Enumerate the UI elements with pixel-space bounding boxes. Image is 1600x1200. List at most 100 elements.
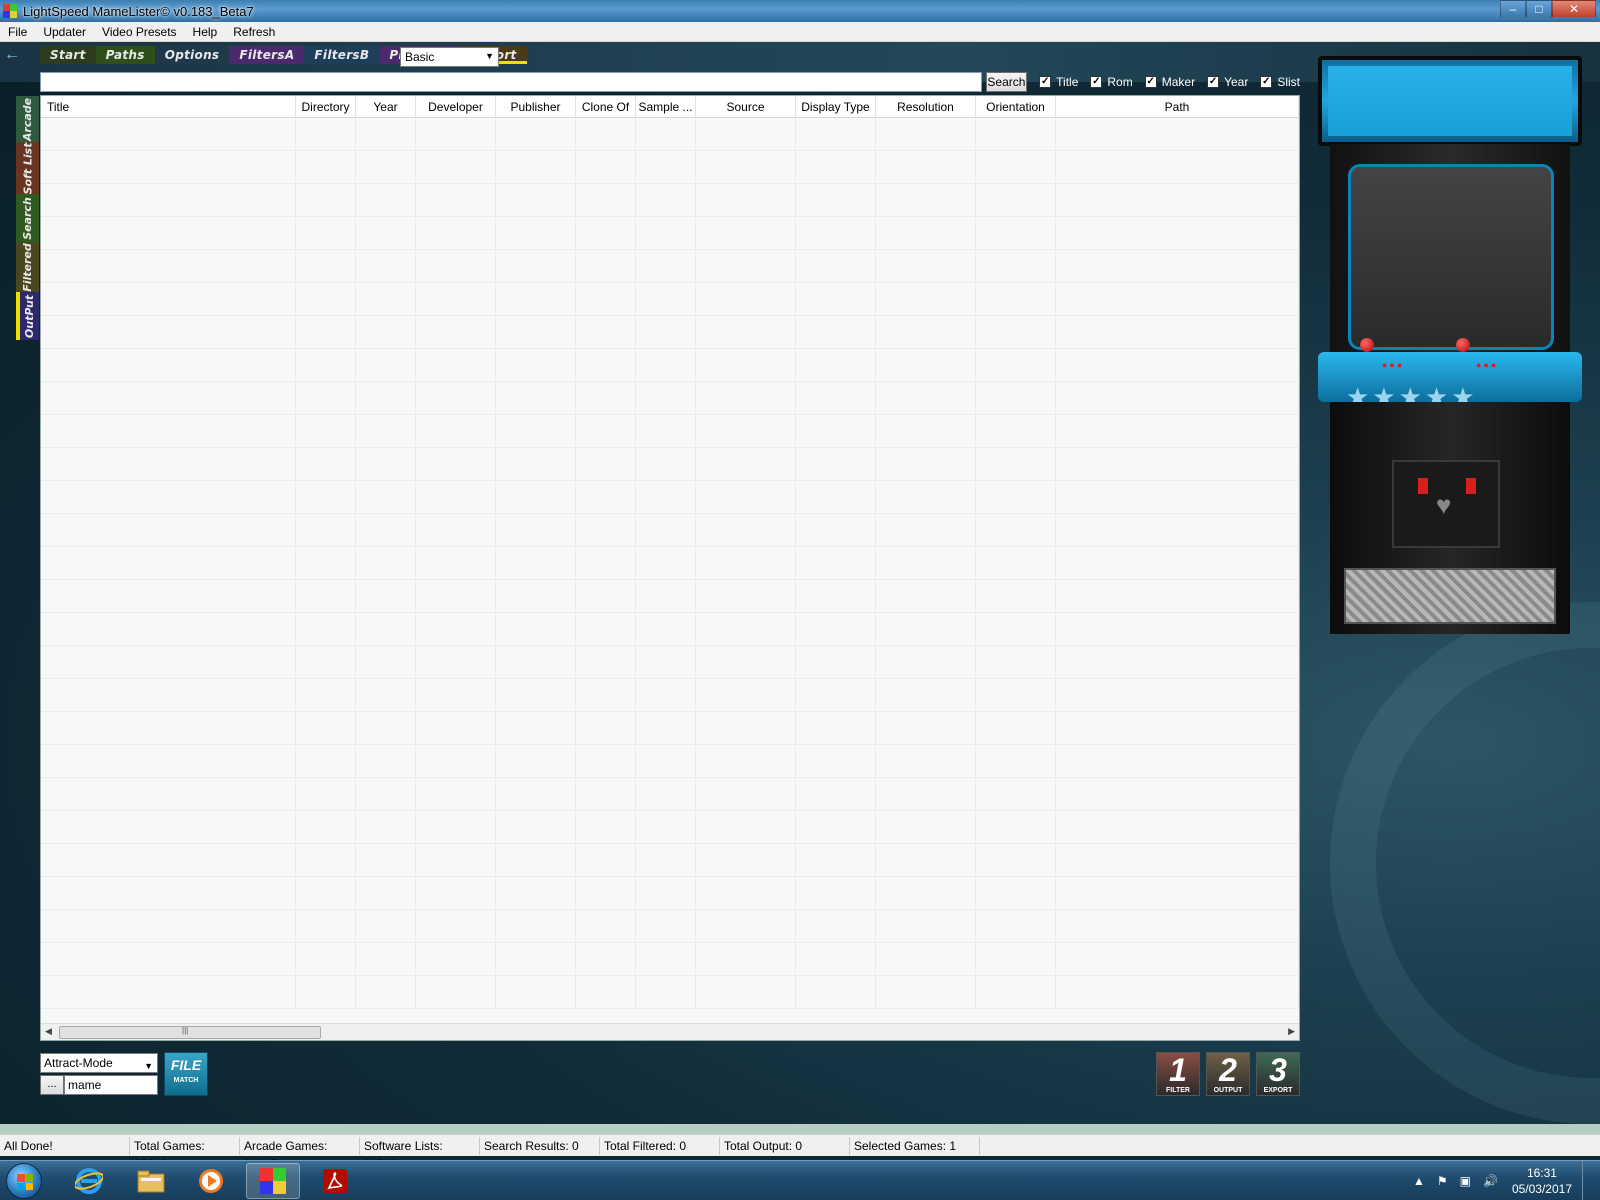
table-cell[interactable] [976, 250, 1056, 283]
table-cell[interactable] [576, 547, 636, 580]
table-cell[interactable] [876, 943, 976, 976]
table-cell[interactable] [1056, 415, 1299, 448]
table-cell[interactable] [876, 514, 976, 547]
table-cell[interactable] [41, 679, 296, 712]
table-cell[interactable] [876, 382, 976, 415]
table-cell[interactable] [41, 580, 296, 613]
table-row[interactable] [41, 844, 1299, 877]
table-cell[interactable] [296, 415, 356, 448]
table-cell[interactable] [576, 844, 636, 877]
output-step-button[interactable]: 2 OUTPUT [1206, 1052, 1250, 1096]
table-cell[interactable] [696, 118, 796, 151]
table-cell[interactable] [296, 217, 356, 250]
table-cell[interactable] [876, 976, 976, 1009]
table-cell[interactable] [356, 415, 416, 448]
checkbox-year-box[interactable]: ✓ [1207, 76, 1220, 88]
table-cell[interactable] [296, 646, 356, 679]
side-tab-search[interactable]: Search [16, 194, 39, 242]
table-cell[interactable] [696, 844, 796, 877]
table-cell[interactable] [41, 976, 296, 1009]
table-cell[interactable] [576, 283, 636, 316]
table-cell[interactable] [796, 745, 876, 778]
table-cell[interactable] [41, 646, 296, 679]
table-cell[interactable] [416, 811, 496, 844]
mamelister-taskbar-icon[interactable] [246, 1163, 300, 1199]
acrobat-icon[interactable] [308, 1163, 362, 1199]
table-cell[interactable] [496, 349, 576, 382]
table-cell[interactable] [296, 151, 356, 184]
checkbox-rom-box[interactable]: ✓ [1090, 76, 1103, 88]
table-cell[interactable] [636, 481, 696, 514]
table-cell[interactable] [1056, 910, 1299, 943]
table-cell[interactable] [41, 613, 296, 646]
table-cell[interactable] [496, 283, 576, 316]
table-cell[interactable] [696, 382, 796, 415]
table-cell[interactable] [416, 745, 496, 778]
table-cell[interactable] [416, 217, 496, 250]
table-cell[interactable] [356, 613, 416, 646]
table-cell[interactable] [876, 316, 976, 349]
column-header-title[interactable]: Title [41, 96, 296, 118]
table-cell[interactable] [416, 481, 496, 514]
table-cell[interactable] [636, 778, 696, 811]
column-header-directory[interactable]: Directory [296, 96, 356, 118]
table-cell[interactable] [296, 118, 356, 151]
clock[interactable]: 16:31 05/03/2017 [1512, 1165, 1572, 1197]
table-cell[interactable] [1056, 745, 1299, 778]
table-cell[interactable] [496, 844, 576, 877]
table-cell[interactable] [416, 580, 496, 613]
table-cell[interactable] [636, 316, 696, 349]
table-cell[interactable] [636, 910, 696, 943]
table-row[interactable] [41, 679, 1299, 712]
table-cell[interactable] [696, 745, 796, 778]
table-cell[interactable] [496, 580, 576, 613]
table-cell[interactable] [296, 349, 356, 382]
table-cell[interactable] [796, 679, 876, 712]
table-cell[interactable] [356, 514, 416, 547]
tab-filtersb[interactable]: FiltersB [304, 46, 380, 64]
table-cell[interactable] [976, 382, 1056, 415]
table-cell[interactable] [876, 481, 976, 514]
table-cell[interactable] [356, 316, 416, 349]
table-cell[interactable] [796, 580, 876, 613]
table-cell[interactable] [496, 910, 576, 943]
checkbox-maker[interactable]: ✓ Maker [1144, 75, 1195, 89]
table-cell[interactable] [356, 217, 416, 250]
checkbox-maker-box[interactable]: ✓ [1144, 76, 1157, 88]
table-cell[interactable] [41, 943, 296, 976]
table-cell[interactable] [976, 877, 1056, 910]
table-cell[interactable] [356, 811, 416, 844]
table-row[interactable] [41, 316, 1299, 349]
table-cell[interactable] [416, 118, 496, 151]
table-row[interactable] [41, 646, 1299, 679]
table-cell[interactable] [976, 844, 1056, 877]
table-cell[interactable] [416, 712, 496, 745]
table-row[interactable] [41, 448, 1299, 481]
table-cell[interactable] [976, 283, 1056, 316]
table-cell[interactable] [696, 415, 796, 448]
table-cell[interactable] [416, 316, 496, 349]
table-cell[interactable] [696, 976, 796, 1009]
table-row[interactable] [41, 745, 1299, 778]
table-cell[interactable] [796, 217, 876, 250]
table-cell[interactable] [976, 349, 1056, 382]
table-cell[interactable] [296, 811, 356, 844]
table-cell[interactable] [696, 613, 796, 646]
table-cell[interactable] [976, 217, 1056, 250]
table-cell[interactable] [296, 712, 356, 745]
table-cell[interactable] [1056, 844, 1299, 877]
search-button[interactable]: Search [985, 72, 1028, 92]
table-cell[interactable] [1056, 514, 1299, 547]
side-tab-arcade[interactable]: Arcade [16, 96, 39, 142]
table-cell[interactable] [576, 415, 636, 448]
table-cell[interactable] [876, 349, 976, 382]
table-cell[interactable] [41, 415, 296, 448]
table-cell[interactable] [41, 448, 296, 481]
table-cell[interactable] [876, 151, 976, 184]
table-cell[interactable] [41, 811, 296, 844]
table-cell[interactable] [296, 580, 356, 613]
table-cell[interactable] [636, 250, 696, 283]
table-cell[interactable] [1056, 547, 1299, 580]
scroll-right-icon[interactable]: ▶ [1288, 1026, 1295, 1037]
table-cell[interactable] [356, 349, 416, 382]
